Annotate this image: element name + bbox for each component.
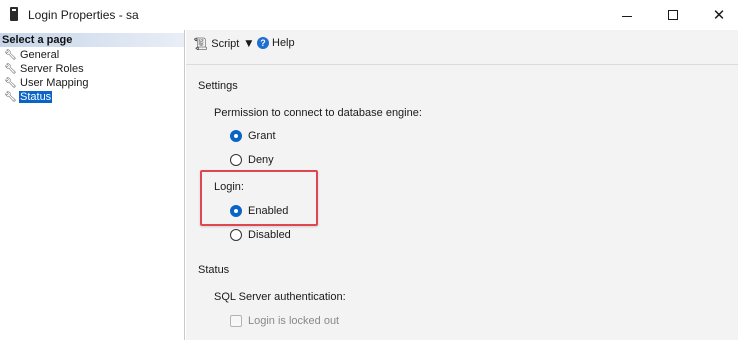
- sidebar-item-server-roles[interactable]: 🔧︎ Server Roles: [4, 62, 85, 76]
- wrench-icon: 🔧︎: [4, 49, 17, 61]
- close-button[interactable]: ✕: [696, 0, 738, 30]
- toolbar: 📜︎ Script ▼ ? Help: [186, 30, 738, 56]
- wrench-icon: 🔧︎: [4, 63, 17, 75]
- deny-label: Deny: [248, 154, 274, 166]
- minimize-button[interactable]: [604, 0, 650, 30]
- locked-out-checkbox: Login is locked out: [230, 315, 339, 327]
- sidebar-item-label: User Mapping: [20, 77, 89, 89]
- enabled-label: Enabled: [248, 205, 289, 217]
- sidebar-item-label: Status: [19, 91, 53, 103]
- radio-selected-icon: [230, 130, 242, 142]
- grant-radio[interactable]: Grant: [230, 130, 276, 142]
- maximize-icon: [668, 10, 678, 20]
- sidebar-item-general[interactable]: 🔧︎ General: [4, 48, 60, 62]
- permission-label: Permission to connect to database engine…: [214, 107, 422, 119]
- properties-panel: 📜︎ Script ▼ ? Help Settings Permission t…: [186, 30, 738, 340]
- sidebar-item-label: Server Roles: [20, 63, 84, 75]
- window-title: Login Properties - sa: [28, 8, 139, 22]
- radio-unselected-icon: [230, 229, 242, 241]
- settings-section-title: Settings: [198, 80, 238, 92]
- script-label: Script: [211, 38, 240, 50]
- disabled-label: Disabled: [248, 229, 291, 241]
- help-button[interactable]: ? Help: [257, 37, 295, 49]
- sidebar-item-label: General: [20, 49, 60, 61]
- script-button[interactable]: 📜︎ Script ▼: [193, 37, 252, 51]
- help-icon: ?: [257, 37, 269, 49]
- login-label: Login:: [214, 181, 244, 193]
- script-icon: 📜︎: [193, 37, 209, 51]
- chevron-down-icon[interactable]: ▼: [245, 39, 252, 49]
- maximize-button[interactable]: [650, 0, 696, 30]
- close-icon: ✕: [712, 5, 726, 24]
- status-section-title: Status: [198, 264, 230, 276]
- minimize-icon: [622, 15, 632, 17]
- sidebar-item-status[interactable]: 🔧︎ Status: [4, 90, 53, 104]
- toolbar-divider: [186, 64, 738, 65]
- locked-out-label: Login is locked out: [248, 315, 340, 327]
- sidebar-item-user-mapping[interactable]: 🔧︎ User Mapping: [4, 76, 89, 90]
- enabled-radio[interactable]: Enabled: [230, 205, 288, 217]
- grant-label: Grant: [248, 130, 276, 142]
- deny-radio[interactable]: Deny: [230, 154, 274, 166]
- radio-unselected-icon: [230, 154, 242, 166]
- wrench-icon: 🔧︎: [4, 77, 17, 89]
- wrench-icon: 🔧︎: [4, 91, 17, 103]
- title-bar: Login Properties - sa ✕: [0, 0, 738, 30]
- sql-auth-label: SQL Server authentication:: [214, 291, 346, 303]
- help-label: Help: [272, 37, 295, 49]
- checkbox-unchecked-icon: [230, 315, 242, 327]
- select-page-header: Select a page: [0, 33, 184, 47]
- page-selector-panel: Select a page 🔧︎ General 🔧︎ Server Roles…: [0, 30, 185, 340]
- app-icon: [9, 7, 19, 21]
- radio-selected-icon: [230, 205, 242, 217]
- disabled-radio[interactable]: Disabled: [230, 229, 291, 241]
